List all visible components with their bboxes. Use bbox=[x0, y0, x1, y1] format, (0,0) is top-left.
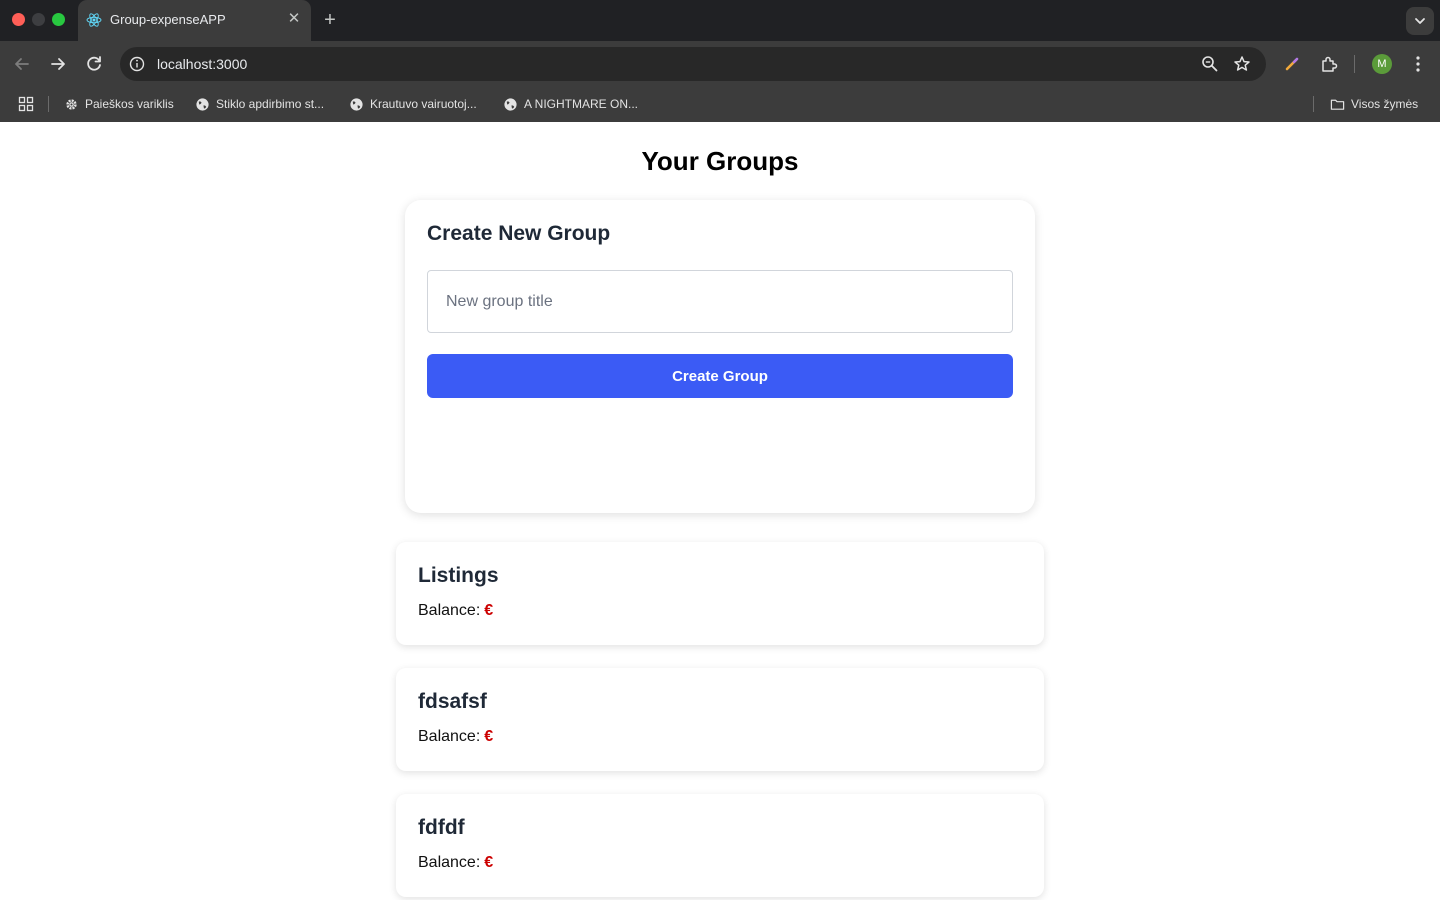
address-bar[interactable] bbox=[120, 47, 1266, 81]
minimize-window-button[interactable] bbox=[32, 13, 45, 26]
maximize-window-button[interactable] bbox=[52, 13, 65, 26]
close-window-button[interactable] bbox=[12, 13, 25, 26]
tab-search-button[interactable] bbox=[1406, 7, 1434, 35]
group-title-input[interactable] bbox=[427, 270, 1013, 333]
bookmark-label: Krautuvo vairuotoj... bbox=[370, 97, 477, 111]
react-icon bbox=[86, 13, 102, 27]
page-content: Your Groups Create New Group Create Grou… bbox=[0, 122, 1440, 900]
balance-label: Balance: bbox=[418, 602, 481, 619]
group-card[interactable]: Listings Balance: € bbox=[396, 542, 1044, 645]
bookmark-item[interactable]: A NIGHTMARE ON... bbox=[503, 95, 638, 113]
folder-icon bbox=[1330, 99, 1345, 110]
group-title: fdsafsf bbox=[418, 690, 487, 713]
back-arrow-icon[interactable] bbox=[10, 52, 34, 76]
new-tab-plus-icon[interactable]: + bbox=[320, 9, 340, 31]
chevron-down-icon bbox=[1415, 18, 1425, 24]
apps-grid-icon[interactable] bbox=[18, 96, 34, 112]
bookmarks-divider bbox=[48, 96, 49, 112]
page-title: Your Groups bbox=[641, 146, 799, 176]
gear-icon bbox=[66, 98, 77, 110]
all-bookmarks-label: Visos žymės bbox=[1351, 97, 1419, 111]
tab-title: Group-expenseAPP bbox=[110, 12, 226, 27]
group-title: Listings bbox=[418, 564, 499, 587]
reload-icon[interactable] bbox=[82, 52, 106, 76]
zoom-icon[interactable] bbox=[1200, 54, 1220, 74]
balance-currency: € bbox=[484, 602, 494, 619]
bookmark-star-icon[interactable] bbox=[1232, 54, 1252, 74]
group-balance: Balance: € bbox=[418, 602, 493, 620]
balance-label: Balance: bbox=[418, 854, 481, 871]
more-options-icon[interactable] bbox=[1407, 53, 1429, 75]
balance-label: Balance: bbox=[418, 728, 481, 745]
create-group-button[interactable]: Create Group bbox=[427, 354, 1013, 398]
bookmarks-divider bbox=[1313, 96, 1314, 112]
globe-icon bbox=[504, 97, 517, 111]
create-group-heading: Create New Group bbox=[427, 222, 611, 245]
globe-icon bbox=[350, 97, 363, 111]
bookmark-item[interactable]: Krautuvo vairuotoj... bbox=[349, 95, 477, 113]
bookmark-label: Stiklo apdirbimo st... bbox=[216, 97, 325, 111]
tab-close-icon[interactable]: ✕ bbox=[286, 11, 302, 27]
forward-arrow-icon[interactable] bbox=[46, 52, 70, 76]
bookmark-item[interactable]: Paieškos variklis bbox=[64, 95, 174, 113]
extensions-puzzle-icon[interactable] bbox=[1318, 53, 1340, 75]
bookmark-label: A NIGHTMARE ON... bbox=[524, 97, 639, 111]
group-card[interactable]: fdsafsf Balance: € bbox=[396, 668, 1044, 771]
bookmark-label: Paieškos variklis bbox=[85, 97, 174, 111]
balance-currency: € bbox=[484, 728, 494, 745]
group-balance: Balance: € bbox=[418, 854, 493, 872]
profile-avatar[interactable]: M bbox=[1372, 54, 1392, 74]
balance-currency: € bbox=[484, 854, 494, 871]
globe-icon bbox=[196, 97, 209, 111]
create-group-card: Create New Group Create Group bbox=[405, 200, 1035, 513]
all-bookmarks-button[interactable]: Visos žymės bbox=[1330, 95, 1418, 113]
toolbar-divider bbox=[1354, 55, 1355, 73]
group-title: fdfdf bbox=[418, 816, 465, 839]
group-card[interactable]: fdfdf Balance: € bbox=[396, 794, 1044, 897]
url-text[interactable]: localhost:3000 bbox=[157, 56, 247, 72]
bookmark-item[interactable]: Stiklo apdirbimo st... bbox=[195, 95, 324, 113]
group-balance: Balance: € bbox=[418, 728, 493, 746]
site-info-icon[interactable] bbox=[128, 55, 146, 73]
extension-pen-icon[interactable] bbox=[1281, 53, 1303, 75]
